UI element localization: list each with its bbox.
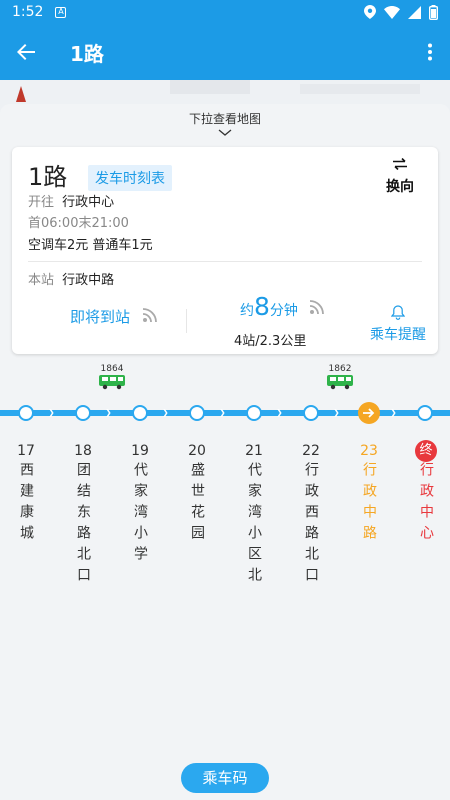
stop-number: 22 [302, 443, 320, 459]
stop-name: 盛世花园 [189, 462, 205, 546]
sim-icon: A [55, 6, 67, 18]
stop-number: 23 [360, 443, 378, 459]
bus-plate: 1862 [328, 364, 352, 374]
current-stop-value: 行政中路 [62, 273, 115, 288]
current-stop-prefix: 本站 [28, 273, 55, 288]
bell-icon [390, 305, 406, 320]
direction-row: 开往 行政中心 [28, 191, 114, 210]
stop-item[interactable]: 18 团结东路北口 [69, 440, 97, 588]
bus-marker[interactable]: 1864 [92, 364, 132, 394]
battery-icon [429, 4, 438, 20]
direction-chevron-icon: ❯ [276, 408, 283, 417]
direction-chevron-icon: ❯ [333, 408, 340, 417]
direction-value: 行政中心 [62, 195, 115, 210]
arriving-status: 即将到站 [70, 306, 157, 327]
eta: 约8分钟 [240, 292, 325, 321]
direction-chevron-icon: ❯ [48, 408, 55, 417]
switch-direction-label: 换向 [386, 179, 414, 195]
eta-distance: 4站/2.3公里 [234, 334, 307, 349]
stop-item[interactable]: 22 行政西路北口 [297, 440, 325, 588]
signal-icon [408, 5, 421, 19]
stop-number: 19 [131, 443, 149, 459]
pull-down-hint[interactable]: 下拉查看地图 [0, 110, 450, 136]
swap-arrows-icon [393, 157, 407, 171]
location-icon [364, 5, 376, 19]
wifi-icon [384, 5, 400, 19]
app-bar: 1路 [0, 24, 450, 80]
direction-chevron-icon: ❯ [390, 408, 397, 417]
stop-number: 21 [245, 443, 263, 459]
more-vert-icon [428, 43, 432, 61]
status-icons [364, 4, 438, 20]
stop-number: 18 [74, 443, 92, 459]
stop-name: 代家湾小学 [132, 462, 148, 567]
stop-name: 行政西路北口 [303, 462, 319, 588]
terminal-badge: 终 [415, 440, 437, 462]
bus-positions: 1864 1862 [0, 360, 450, 400]
ride-reminder-button[interactable]: 乘车提醒 [366, 305, 430, 344]
stop-dot[interactable] [246, 405, 262, 421]
stop-item[interactable]: 19 代家湾小学 [126, 440, 154, 567]
stop-item[interactable]: 17 西建康城 [12, 440, 40, 546]
stop-dot[interactable] [417, 405, 433, 421]
pull-down-label: 下拉查看地图 [188, 112, 261, 126]
stop-name: 团结东路北口 [75, 462, 91, 588]
status-bar: 1:52 A [0, 0, 450, 24]
stop-dot[interactable] [189, 405, 205, 421]
stop-item-terminal[interactable]: 终 行政中心 [412, 440, 440, 546]
direction-chevron-icon: ❯ [219, 408, 226, 417]
direction-chevron-icon: ❯ [162, 408, 169, 417]
eta-prefix: 约 [240, 303, 254, 319]
arrow-right-icon [363, 408, 375, 418]
divider [186, 309, 187, 333]
stop-dot[interactable] [132, 405, 148, 421]
stop-name: 行政中路 [361, 462, 377, 546]
switch-direction-button[interactable]: 换向 [382, 155, 418, 196]
page-title: 1路 [70, 41, 104, 66]
arrow-back-icon [17, 44, 35, 60]
stop-dot[interactable] [303, 405, 319, 421]
arriving-label: 即将到站 [70, 308, 131, 326]
direction-chevron-icon: ❯ [105, 408, 112, 417]
last-bus-time: 末21:00 [78, 216, 129, 231]
realtime-signal-icon [142, 308, 157, 323]
current-stop-row: 本站 行政中路 [28, 269, 114, 288]
map-road [300, 84, 420, 94]
stop-dot[interactable] [18, 405, 34, 421]
map-marker-icon [16, 86, 26, 102]
stop-item[interactable]: 21 代家湾小区北 [240, 440, 268, 588]
status-time: 1:52 [12, 4, 44, 20]
stop-name: 行政中心 [418, 462, 434, 546]
bus-icon [327, 375, 353, 390]
divider [28, 261, 422, 262]
timetable-button[interactable]: 发车时刻表 [88, 165, 172, 191]
stop-name: 代家湾小区北 [246, 462, 262, 588]
line-name: 1路 [28, 163, 68, 191]
stop-number: 17 [17, 443, 35, 459]
realtime-signal-icon [310, 300, 325, 315]
stop-item-current[interactable]: 23 行政中路 [355, 440, 383, 546]
more-button[interactable] [410, 24, 450, 80]
stop-name: 西建康城 [18, 462, 34, 546]
map-road [170, 80, 250, 94]
service-hours: 首06:00末21:00 [28, 212, 129, 231]
ride-reminder-label: 乘车提醒 [370, 327, 426, 343]
eta-suffix: 分钟 [269, 303, 298, 319]
chevron-down-icon [218, 129, 232, 136]
stop-dot[interactable] [75, 405, 91, 421]
bus-marker[interactable]: 1862 [320, 364, 360, 394]
current-stop-dot[interactable] [358, 402, 380, 424]
stop-item[interactable]: 20 盛世花园 [183, 440, 211, 546]
fare-info: 空调车2元 普通车1元 [28, 238, 153, 253]
back-button[interactable] [2, 24, 50, 80]
direction-prefix: 开往 [28, 195, 55, 210]
eta-minutes: 8 [254, 292, 270, 321]
bus-icon [99, 375, 125, 390]
bus-plate: 1864 [100, 364, 124, 374]
route-info-card: 1路 发车时刻表 换向 开往 行政中心 首06:00末21:00 空调车2元 普… [12, 147, 438, 354]
stop-number: 20 [188, 443, 206, 459]
ride-code-button[interactable]: 乘车码 [181, 763, 269, 793]
first-bus-time: 首06:00 [28, 216, 79, 231]
